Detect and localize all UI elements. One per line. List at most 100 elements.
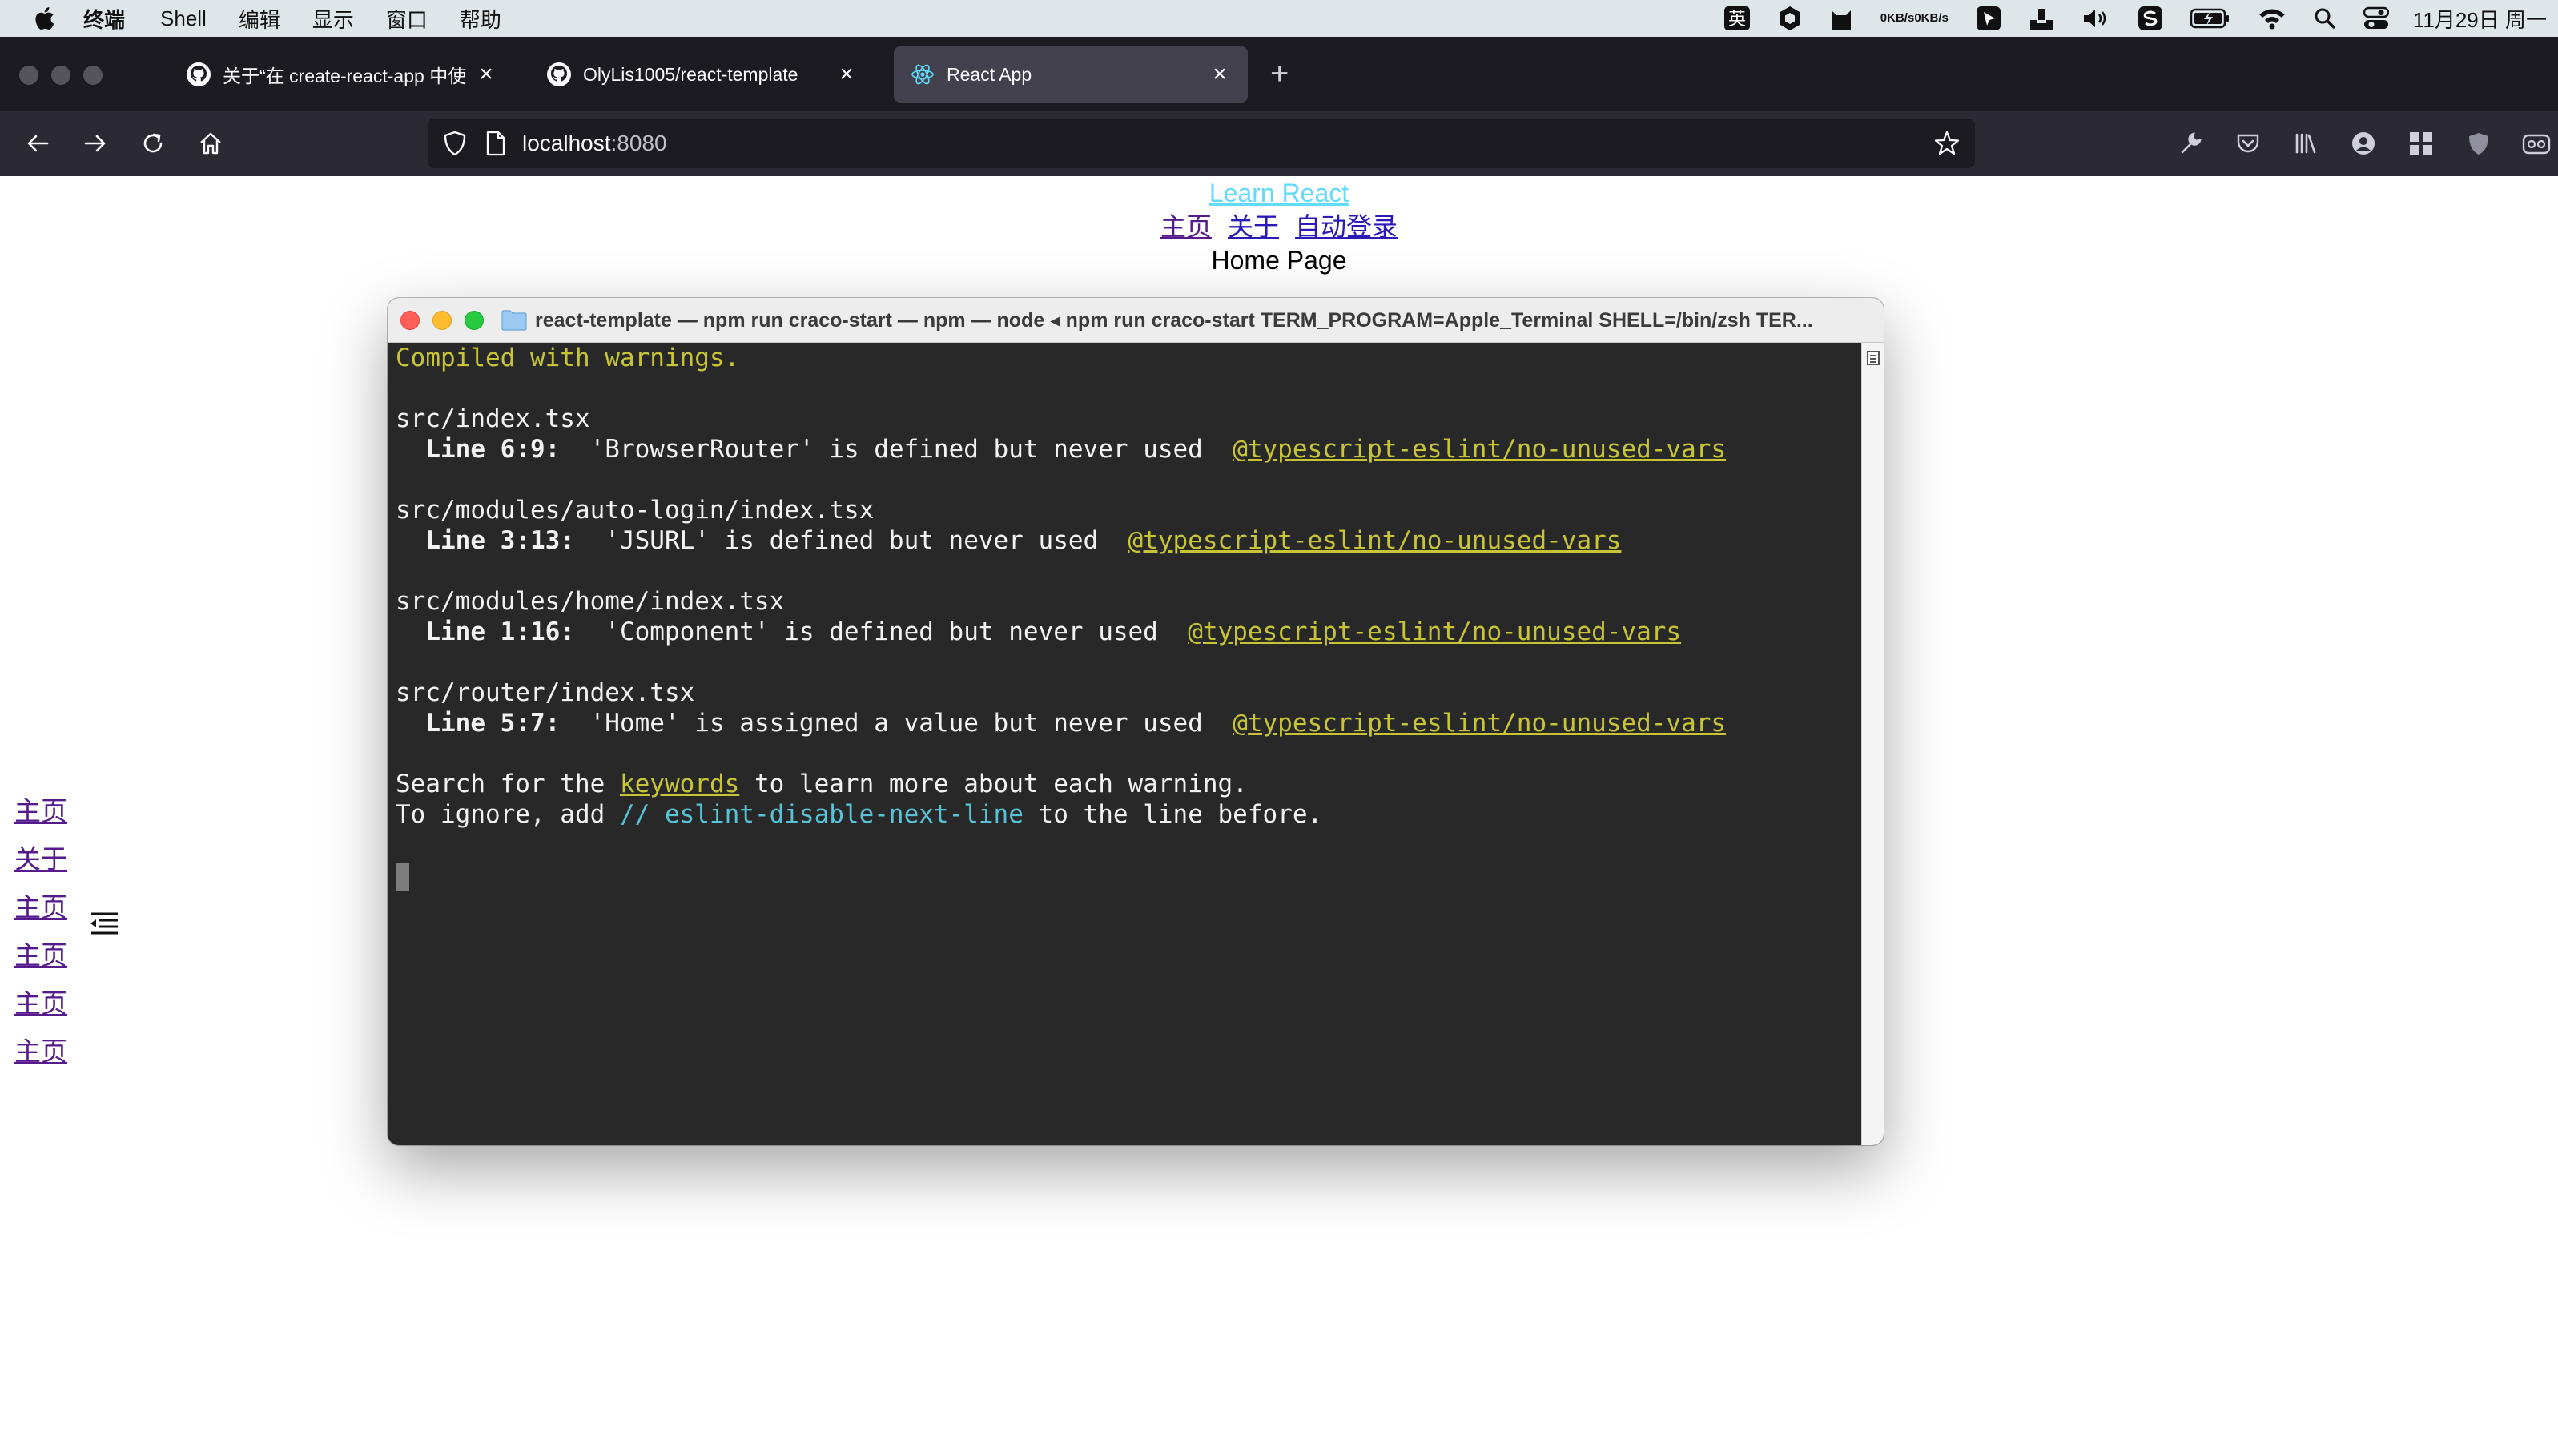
terminal-cursor bbox=[396, 862, 409, 891]
warning-line: Line 3:13: 'JSURL' is defined but never … bbox=[396, 525, 1861, 556]
library-button[interactable] bbox=[2287, 125, 2324, 162]
side-link-home[interactable]: 主页 bbox=[14, 885, 67, 933]
warning-message: 'BrowserRouter' is defined but never use… bbox=[560, 435, 1233, 464]
browser-tab-bar: 关于“在 create-react-app 中使用 × OlyLis1005/r… bbox=[0, 37, 2558, 111]
warning-line: Line 6:9: 'BrowserRouter' is defined but… bbox=[396, 434, 1861, 465]
warning-file: src/router/index.tsx bbox=[396, 678, 695, 707]
back-button[interactable] bbox=[19, 125, 56, 162]
menu-fold-icon[interactable] bbox=[88, 911, 120, 935]
arrow-left-icon bbox=[27, 135, 49, 152]
warning-message: 'Component' is defined but never used bbox=[574, 617, 1189, 646]
github-icon bbox=[547, 62, 571, 86]
warning-file: src/modules/home/index.tsx bbox=[396, 587, 785, 616]
menu-shell[interactable]: Shell bbox=[160, 6, 207, 31]
nav-link-home[interactable]: 主页 bbox=[1160, 212, 1212, 241]
window-minimize-button[interactable] bbox=[51, 66, 70, 85]
side-link-about[interactable]: 关于 bbox=[14, 837, 67, 885]
nav-link-about[interactable]: 关于 bbox=[1228, 212, 1279, 241]
extension-button[interactable] bbox=[2403, 125, 2439, 162]
terminal-close-button[interactable] bbox=[400, 310, 420, 330]
terminal-window[interactable]: react-template — npm run craco-start — n… bbox=[388, 298, 1884, 1145]
ignore-hint-line: To ignore, add // eslint-disable-next-li… bbox=[396, 799, 1861, 830]
network-upload-speed: 0KB/s bbox=[1880, 11, 1915, 25]
react-app-header: Learn React 主页 关于 自动登录 Home Page bbox=[0, 176, 2558, 277]
ignore-hint-suffix: to the line before. bbox=[1023, 800, 1323, 829]
apple-logo-icon[interactable] bbox=[34, 6, 54, 30]
warning-location: Line 1:16: bbox=[396, 617, 575, 646]
warning-file: src/modules/auto-login/index.tsx bbox=[396, 496, 875, 525]
warning-message: 'Home' is assigned a value but never use… bbox=[560, 709, 1233, 738]
url-text: localhost:8080 bbox=[522, 131, 667, 156]
input-method-status[interactable]: 英 bbox=[1723, 6, 1751, 31]
extension-puzzle-icon bbox=[2410, 132, 2432, 155]
side-link-home[interactable]: 主页 bbox=[14, 981, 67, 1029]
account-icon bbox=[2352, 132, 2375, 155]
menu-bar-status-area: 英 0KB/s 0KB/s 11月29日 周一 bbox=[1696, 0, 2558, 37]
menu-app-name[interactable]: 终端 bbox=[83, 4, 125, 34]
window-zoom-button[interactable] bbox=[83, 66, 103, 85]
terminal-zoom-button[interactable] bbox=[465, 310, 484, 330]
side-link-home[interactable]: 主页 bbox=[14, 933, 67, 981]
ignore-hint-prefix: To ignore, add bbox=[396, 800, 620, 829]
page-info-icon[interactable] bbox=[485, 131, 506, 156]
browser-tab-2[interactable]: OlyLis1005/react-template × bbox=[530, 46, 875, 103]
tab-close-icon[interactable]: × bbox=[1208, 61, 1232, 88]
mask-extension-button[interactable] bbox=[2518, 125, 2555, 162]
wifi-icon[interactable] bbox=[2258, 7, 2287, 30]
pocket-button[interactable] bbox=[2230, 125, 2266, 162]
search-hint-prefix: Search for the bbox=[396, 770, 620, 798]
hexagon-status-icon[interactable] bbox=[1778, 6, 1802, 31]
mask-icon bbox=[2522, 134, 2551, 155]
menu-bar-clock[interactable]: 11月29日 周一 bbox=[2413, 4, 2547, 34]
terminal-minimize-button[interactable] bbox=[432, 310, 452, 330]
warning-message: 'JSURL' is defined but never used bbox=[574, 526, 1128, 555]
tab-title: React App bbox=[947, 63, 1032, 85]
nav-link-auto-login[interactable]: 自动登录 bbox=[1295, 212, 1398, 241]
home-icon bbox=[200, 132, 221, 155]
devtools-button[interactable] bbox=[2172, 125, 2209, 162]
reload-button[interactable] bbox=[135, 125, 171, 162]
tray-status-icon[interactable] bbox=[2029, 6, 2054, 31]
forward-button[interactable] bbox=[77, 125, 114, 162]
new-tab-button[interactable]: + bbox=[1270, 58, 1289, 90]
menu-window[interactable]: 窗口 bbox=[386, 4, 428, 34]
bookmark-star-icon[interactable] bbox=[1933, 130, 1961, 157]
browser-tab-1[interactable]: 关于“在 create-react-app 中使用 × bbox=[170, 46, 514, 103]
tab-title: OlyLis1005/react-template bbox=[583, 63, 798, 85]
browser-tab-3-active[interactable]: React App × bbox=[894, 46, 1248, 103]
terminal-title-bar[interactable]: react-template — npm run craco-start — n… bbox=[388, 298, 1884, 343]
volume-icon[interactable] bbox=[2081, 6, 2110, 31]
pointer-status-icon[interactable] bbox=[1976, 6, 2001, 31]
side-link-home[interactable]: 主页 bbox=[14, 1029, 67, 1077]
cat-status-icon[interactable] bbox=[1829, 6, 1853, 31]
spotlight-search-icon[interactable] bbox=[2314, 7, 2336, 30]
home-button[interactable] bbox=[192, 125, 229, 162]
terminal-output[interactable]: Compiled with warnings. src/index.tsx Lin… bbox=[388, 343, 1861, 1145]
menu-view[interactable]: 显示 bbox=[312, 4, 354, 34]
sync-status-icon[interactable] bbox=[2138, 6, 2163, 31]
warning-file: src/index.tsx bbox=[396, 404, 590, 433]
side-link-home[interactable]: 主页 bbox=[14, 789, 67, 837]
window-close-button[interactable] bbox=[19, 66, 38, 85]
network-speed-monitor[interactable]: 0KB/s 0KB/s bbox=[1880, 12, 1949, 25]
url-bar[interactable]: localhost:8080 bbox=[428, 119, 1975, 168]
warning-rule: @typescript-eslint/no-unused-vars bbox=[1128, 526, 1622, 555]
tab-close-icon[interactable]: × bbox=[474, 61, 498, 88]
battery-icon[interactable] bbox=[2190, 7, 2230, 30]
search-hint-suffix: to learn more about each warning. bbox=[739, 770, 1248, 798]
shield-icon[interactable] bbox=[442, 130, 468, 157]
macos-menu-bar: 终端 Shell 编辑 显示 窗口 帮助 英 0KB/s 0KB/s 11月29… bbox=[0, 0, 2558, 37]
tab-close-icon[interactable]: × bbox=[835, 61, 859, 88]
ignore-hint-comment: // eslint-disable-next-line bbox=[619, 800, 1024, 829]
menu-edit[interactable]: 编辑 bbox=[239, 4, 280, 34]
menu-help[interactable]: 帮助 bbox=[460, 4, 501, 34]
learn-react-link[interactable]: Learn React bbox=[0, 176, 2558, 210]
control-center-icon[interactable] bbox=[2363, 6, 2389, 30]
url-port: :8080 bbox=[610, 131, 667, 155]
privacy-extension-button[interactable] bbox=[2460, 125, 2497, 162]
github-icon bbox=[187, 62, 211, 86]
terminal-title-text: react-template — npm run craco-start — n… bbox=[535, 308, 1813, 332]
account-button[interactable] bbox=[2345, 125, 2382, 162]
terminal-scrollbar[interactable] bbox=[1861, 343, 1884, 1145]
terminal-scroll-marker-icon[interactable] bbox=[1867, 351, 1880, 365]
